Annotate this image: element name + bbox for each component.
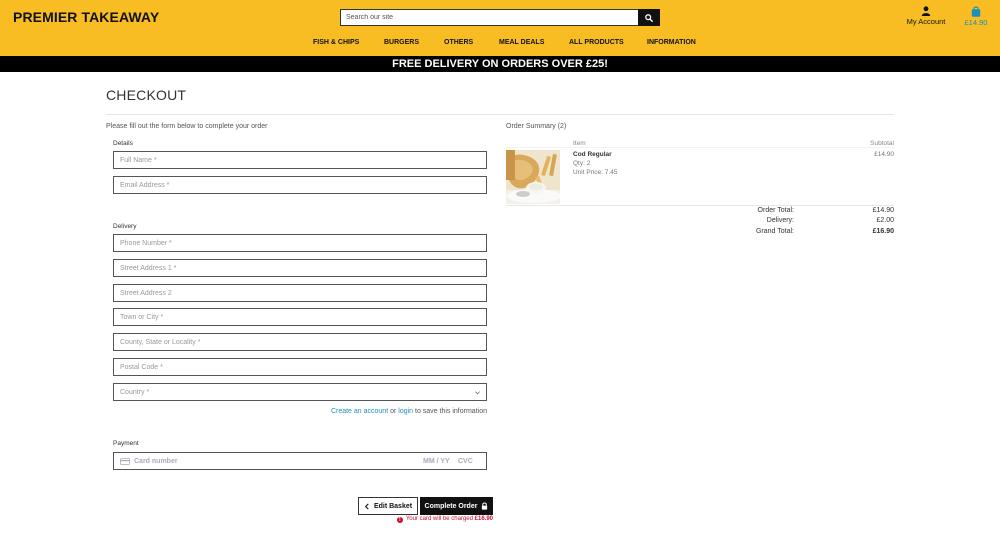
complete-order-button[interactable]: Complete Order [420,497,493,515]
email-field[interactable]: Email Address * [113,176,487,194]
lock-icon [482,502,488,510]
delivery-cost-value: £2.00 [876,217,894,224]
item-quantity: Qty: 2 [573,160,591,167]
order-summary-title: Order Summary (2) [506,123,567,130]
nav-fish-chips[interactable]: FISH & CHIPS [313,39,359,46]
nav-burgers[interactable]: BURGERS [384,39,419,46]
nav-meal-deals[interactable]: MEAL DEALS [499,39,544,46]
street-address-1-field[interactable]: Street Address 1 * [113,259,487,277]
site-header: PREMIER TAKEAWAY My Account £14.90 FISH … [0,0,1000,56]
basket-total: £14.90 [964,18,988,27]
product-image [506,150,560,204]
street-address-1-placeholder: Street Address 1 * [120,265,177,272]
payment-label: Payment [113,440,139,447]
delivery-label: Delivery [113,223,137,230]
edit-basket-button[interactable]: Edit Basket [358,497,418,515]
grand-total-value: £16.90 [872,228,894,235]
exclamation-icon: ! [396,516,403,523]
email-placeholder: Email Address * [120,182,170,189]
title-divider [106,114,894,115]
street-address-2-field[interactable]: Street Address 2 [113,284,487,302]
summary-divider [506,205,894,206]
search-button[interactable] [638,9,660,26]
order-total-label: Order Total: [757,207,794,214]
user-icon [921,6,931,16]
card-input[interactable]: Card number MM / YY CVC [113,452,487,470]
item-column-header: Item [573,140,586,147]
search-icon [645,13,653,22]
charge-text: Your card will be charged [405,516,475,522]
item-subtotal: £14.90 [874,151,894,158]
charge-notice: ! Your card will be charged £16.90 [380,516,493,523]
full-name-placeholder: Full Name * [120,157,157,164]
save-info-or: or [388,408,399,415]
nav-others[interactable]: OTHERS [444,39,473,46]
county-field[interactable]: County, State or Locality * [113,333,487,351]
charge-amount: £16.90 [474,516,493,522]
street-address-2-placeholder: Street Address 2 [120,290,172,297]
summary-header-divider [506,147,894,148]
order-total-value: £14.90 [872,207,894,214]
postcode-field[interactable]: Postal Code * [113,358,487,376]
shopping-bag-icon [971,6,981,17]
basket-link[interactable]: £14.90 [960,6,992,27]
grand-total-label: Grand Total: [755,228,794,235]
login-link[interactable]: login [398,408,413,415]
my-account-link[interactable]: My Account [903,6,949,26]
nav-information[interactable]: INFORMATION [647,39,696,46]
delivery-cost-label: Delivery: [766,217,794,224]
item-name: Cod Regular [573,151,612,158]
credit-card-icon [120,458,130,465]
full-name-field[interactable]: Full Name * [113,151,487,169]
main-nav: FISH & CHIPS BURGERS OTHERS MEAL DEALS A… [0,39,1000,49]
save-info-suffix: to save this information [413,408,487,415]
complete-order-label: Complete Order [424,502,478,510]
card-number-placeholder: Card number [134,458,178,465]
chevron-down-icon [475,391,480,395]
country-select[interactable]: Country * [113,383,487,401]
item-unit-price: Unit Price: 7.45 [573,169,618,176]
delivery-banner: FREE DELIVERY ON ORDERS OVER £25! [0,56,1000,72]
save-info-text: Create an account or login to save this … [300,408,487,415]
edit-basket-label: Edit Basket [373,502,413,510]
chevron-left-icon [364,502,369,510]
postcode-placeholder: Postal Code * [120,364,163,371]
town-placeholder: Town or City * [120,314,164,321]
card-expiry-placeholder: MM / YY [423,458,450,465]
create-account-link[interactable]: Create an account [331,408,388,415]
card-cvc-placeholder: CVC [458,458,473,465]
checkout-intro: Please fill out the form below to comple… [106,123,268,130]
page-title: CHECKOUT [106,87,187,103]
county-placeholder: County, State or Locality * [120,339,201,346]
nav-all-products[interactable]: ALL PRODUCTS [569,39,624,46]
search-input[interactable] [340,9,639,26]
country-placeholder: Country * [120,389,150,396]
town-field[interactable]: Town or City * [113,308,487,326]
phone-field[interactable]: Phone Number * [113,234,487,252]
details-label: Details [113,140,133,147]
phone-placeholder: Phone Number * [120,240,172,247]
search-bar [340,9,660,26]
my-account-label: My Account [906,17,946,26]
site-logo[interactable]: PREMIER TAKEAWAY [13,9,159,25]
subtotal-column-header: Subtotal [870,140,894,147]
